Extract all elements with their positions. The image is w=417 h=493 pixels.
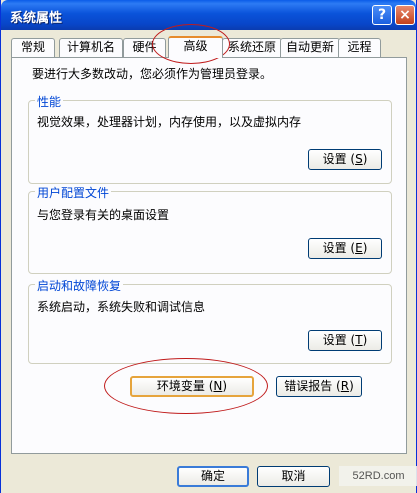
ok-button[interactable]: 确定	[177, 466, 249, 487]
tab-computer-name[interactable]: 计算机名	[59, 38, 123, 57]
system-properties-window: 系统属性 ? × 常规 计算机名 硬件 高级 系统还原 自动更新 远程 要进行大…	[0, 0, 417, 493]
tab-auto-update[interactable]: 自动更新	[280, 38, 340, 57]
profiles-settings-key: E	[355, 241, 363, 255]
window-title: 系统属性	[10, 11, 63, 26]
user-profiles-title: 用户配置文件	[35, 184, 112, 201]
performance-desc: 视觉效果，处理器计划，内存使用，以及虚拟内存	[37, 115, 302, 129]
startup-recovery-title: 启动和故障恢复	[35, 277, 124, 294]
profiles-settings-button[interactable]: 设置 (E)	[308, 238, 382, 259]
profiles-settings-label: 设置	[322, 241, 347, 255]
performance-settings-button[interactable]: 设置 (S)	[308, 149, 382, 170]
error-reporting-button[interactable]: 错误报告 (R)	[276, 376, 362, 397]
startup-settings-button[interactable]: 设置 (T)	[308, 330, 382, 351]
tab-general[interactable]: 常规	[11, 38, 55, 57]
admin-notice: 要进行大多数改动，您必须作为管理员登录。	[32, 67, 273, 81]
performance-settings-key: S	[355, 152, 363, 166]
tab-system-restore[interactable]: 系统还原	[222, 38, 282, 57]
startup-settings-key: T	[355, 333, 363, 347]
user-profiles-desc: 与您登录有关的桌面设置	[37, 208, 170, 222]
help-button[interactable]: ?	[372, 5, 392, 25]
highlight-ring-env-button	[104, 358, 268, 414]
user-profiles-group: 用户配置文件 与您登录有关的桌面设置 设置 (E)	[28, 184, 392, 274]
startup-settings-label: 设置	[322, 333, 347, 347]
startup-recovery-desc: 系统启动，系统失败和调试信息	[37, 300, 206, 314]
error-reporting-label: 错误报告	[284, 379, 333, 393]
cancel-button[interactable]: 取消	[257, 466, 330, 487]
close-button[interactable]: ×	[395, 5, 415, 25]
performance-group: 性能 视觉效果，处理器计划，内存使用，以及虚拟内存 设置 (S)	[28, 93, 392, 184]
error-reporting-key: R	[340, 379, 350, 393]
performance-settings-label: 设置	[322, 152, 347, 166]
watermark-label: 52RD.com	[339, 466, 417, 486]
performance-title: 性能	[35, 93, 64, 110]
tab-remote[interactable]: 远程	[338, 38, 381, 57]
startup-recovery-group: 启动和故障恢复 系统启动，系统失败和调试信息 设置 (T)	[28, 277, 392, 364]
tab-advanced[interactable]: 高级	[168, 36, 223, 58]
